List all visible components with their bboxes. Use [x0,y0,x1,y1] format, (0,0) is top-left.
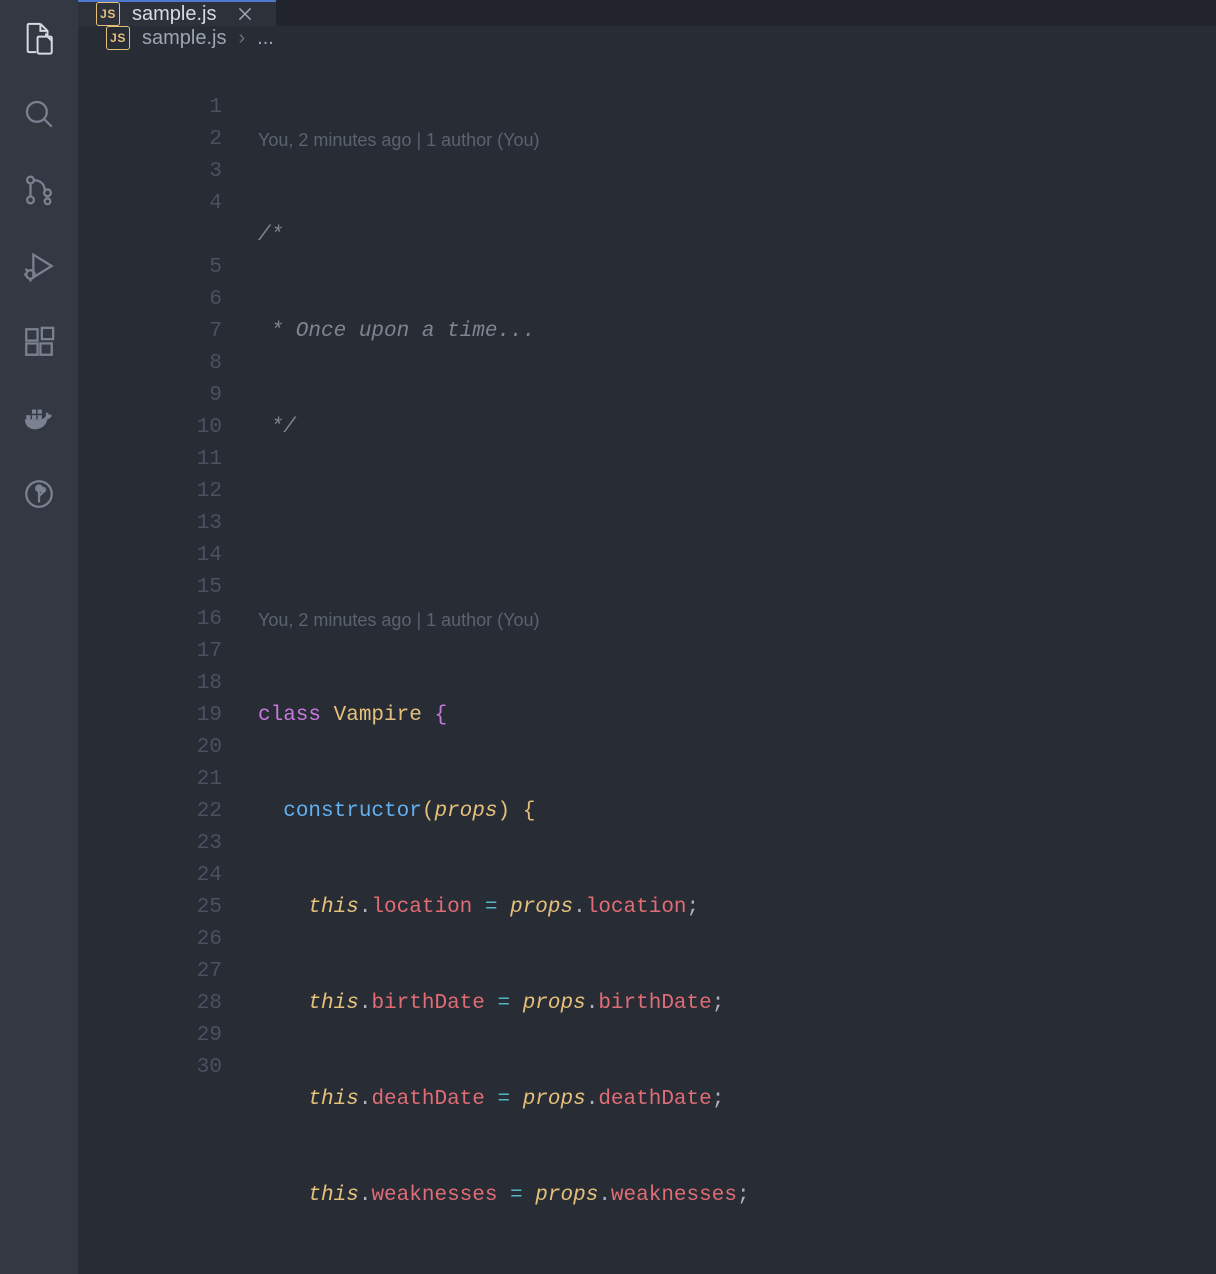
source-control-icon[interactable] [19,170,59,210]
line-number-gutter: 1 2 3 4 5 6 7 8 9 10 11 12 13 14 15 16 1… [78,60,258,1274]
breadcrumb-filename: sample.js [142,27,226,50]
tab-bar: JS sample.js [78,0,1216,26]
app-root: JS sample.js JS sample.js › ... 1 2 3 4 [0,0,1216,1274]
chevron-right-icon: › [238,27,245,50]
code-editor[interactable]: 1 2 3 4 5 6 7 8 9 10 11 12 13 14 15 16 1… [78,50,1216,1274]
js-file-icon: JS [96,2,120,26]
explorer-icon[interactable] [19,18,59,58]
extensions-icon[interactable] [19,322,59,362]
editor-area: JS sample.js JS sample.js › ... 1 2 3 4 [78,0,1216,1274]
breadcrumb[interactable]: JS sample.js › ... [78,26,1216,50]
activity-bar [0,0,78,1274]
search-icon[interactable] [19,94,59,134]
tab-sample-js[interactable]: JS sample.js [78,0,276,26]
tab-label: sample.js [132,3,216,26]
close-icon[interactable] [234,3,256,25]
run-debug-icon[interactable] [19,246,59,286]
gitlens-icon[interactable] [19,474,59,514]
codelens-annotation[interactable]: You, 2 minutes ago | 1 author (You) [258,124,1216,156]
breadcrumb-rest: ... [257,27,274,50]
js-file-icon: JS [106,26,130,50]
code-content[interactable]: You, 2 minutes ago | 1 author (You) /* *… [258,60,1216,1274]
codelens-annotation[interactable]: You, 2 minutes ago | 1 author (You) [258,604,1216,636]
docker-icon[interactable] [19,398,59,438]
